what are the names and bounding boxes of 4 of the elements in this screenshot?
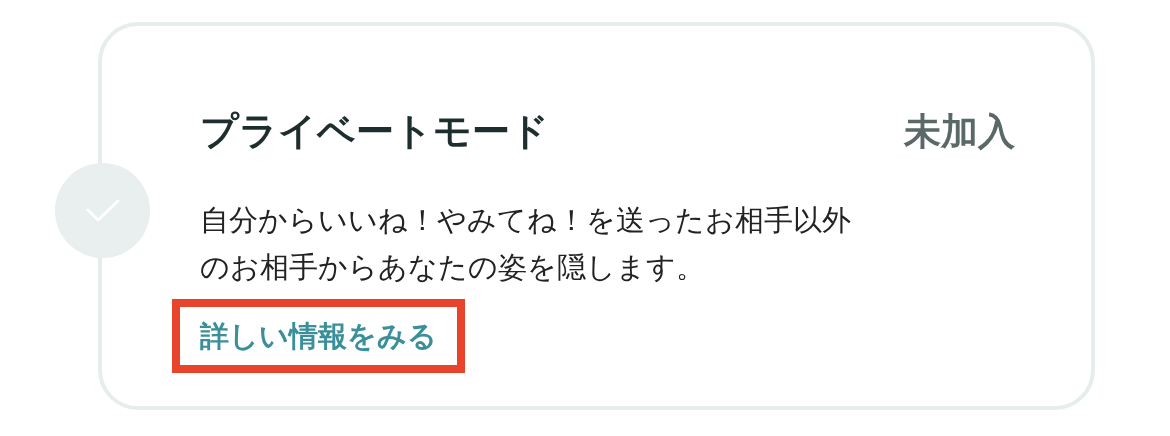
details-link[interactable]: 詳しい情報をみる	[200, 313, 437, 359]
status-label: 未加入	[904, 108, 1015, 155]
setting-description: 自分からいいね！やみてね！を送ったお相手以外のお相手からあなたの姿を隠します。	[200, 202, 852, 286]
setting-title: プライベートモード	[200, 108, 549, 155]
